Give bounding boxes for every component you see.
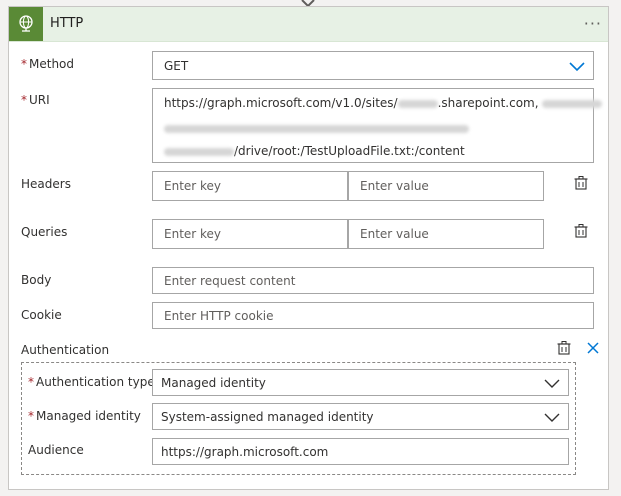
chevron-down-icon: [544, 413, 560, 422]
redacted-site-id: [541, 99, 602, 108]
globe-icon: [9, 7, 43, 41]
cookie-label: Cookie: [21, 308, 62, 322]
body-label: Body: [21, 273, 52, 287]
headers-label: Headers: [21, 177, 71, 191]
audience-input[interactable]: https://graph.microsoft.com: [152, 438, 569, 465]
audience-label: Audience: [28, 443, 84, 457]
delete-authentication-icon[interactable]: [556, 340, 572, 356]
method-value: GET: [164, 59, 189, 73]
method-dropdown[interactable]: GET: [152, 51, 594, 80]
chevron-down-icon: [569, 62, 585, 72]
card-header[interactable]: HTTP ···: [9, 7, 608, 42]
delete-headers-icon[interactable]: [573, 175, 589, 191]
method-label: * Method: [21, 57, 75, 71]
uri-label: * URI: [21, 93, 50, 107]
managed-identity-dropdown[interactable]: System-assigned managed identity: [152, 403, 569, 430]
uri-line-2: [164, 121, 469, 135]
uri-input[interactable]: https://graph.microsoft.com/v1.0/sites/.…: [152, 88, 602, 163]
http-action-card: HTTP ··· * Method GET * URI https://graph.…: [8, 6, 609, 490]
queries-value-input[interactable]: Enter value: [348, 219, 544, 249]
queries-label: Queries: [21, 225, 68, 239]
authentication-type-label: * Authentication type: [28, 375, 155, 389]
headers-key-input[interactable]: Enter key: [152, 171, 348, 201]
redacted-tenant: [397, 99, 438, 108]
redacted-site-id-cont: [164, 124, 469, 133]
redacted-web-id: [164, 147, 234, 156]
authentication-label: Authentication: [21, 343, 110, 357]
uri-line-3: /drive/root:/TestUploadFile.txt:/content: [164, 144, 465, 158]
close-icon[interactable]: [586, 341, 600, 355]
body-input[interactable]: Enter request content: [152, 267, 594, 294]
more-options-button[interactable]: ···: [584, 14, 602, 33]
queries-key-input[interactable]: Enter key: [152, 219, 348, 249]
authentication-type-dropdown[interactable]: Managed identity: [152, 369, 569, 396]
uri-line-1: https://graph.microsoft.com/v1.0/sites/.…: [164, 96, 602, 110]
chevron-down-icon: [544, 379, 560, 388]
cookie-input[interactable]: Enter HTTP cookie: [152, 302, 594, 329]
headers-value-input[interactable]: Enter value: [348, 171, 544, 201]
delete-queries-icon[interactable]: [573, 223, 589, 239]
managed-identity-label: * Managed identity: [28, 409, 141, 423]
card-title: HTTP: [50, 16, 84, 31]
